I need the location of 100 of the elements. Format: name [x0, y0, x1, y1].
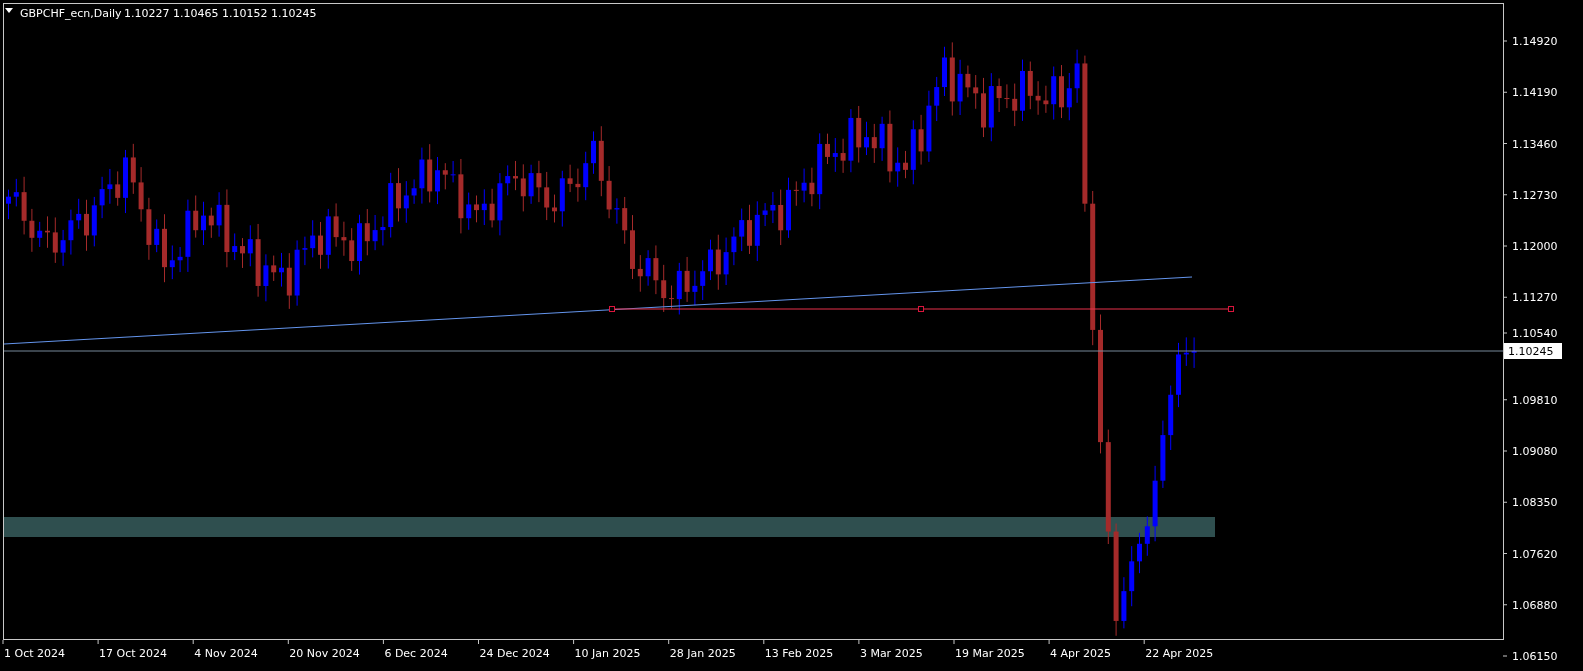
- candlestick: [996, 77, 1002, 113]
- candlestick: [676, 262, 682, 315]
- candlestick: [45, 215, 50, 249]
- candlestick: [622, 196, 628, 245]
- date-label: 10 Jan 2025: [574, 647, 641, 660]
- symbol-timeframe: GBPCHF_ecn,Daily: [20, 7, 122, 20]
- price-label: 1.09810: [1512, 393, 1558, 407]
- candlestick: [856, 105, 862, 164]
- date-label: 6 Dec 2024: [384, 647, 448, 660]
- date-label: 24 Dec 2024: [479, 647, 550, 660]
- candlestick: [1176, 342, 1181, 408]
- candlestick: [37, 221, 43, 248]
- candlestick: [559, 170, 565, 228]
- candlestick: [653, 244, 659, 295]
- candlestick: [723, 237, 729, 286]
- candlestick: [1012, 83, 1018, 127]
- candlestick: [1043, 85, 1049, 114]
- candlestick: [1051, 66, 1057, 121]
- candlestick: [123, 149, 128, 214]
- candlestick: [957, 59, 963, 116]
- candlestick: [1191, 336, 1197, 369]
- candlestick: [1183, 336, 1189, 367]
- candlestick: [193, 195, 199, 239]
- candlestick: [1066, 72, 1072, 121]
- candlestick: [934, 76, 940, 122]
- candlestick: [669, 285, 674, 309]
- candlestick: [294, 239, 300, 307]
- price-label: 1.13460: [1512, 137, 1558, 151]
- candlestick: [302, 236, 308, 266]
- candlestick: [6, 189, 11, 220]
- candlestick: [162, 213, 167, 283]
- candlestick: [427, 143, 433, 203]
- candlestick: [13, 178, 19, 207]
- candlestick: [318, 221, 323, 270]
- candlestick: [731, 226, 737, 266]
- candlestick: [91, 196, 97, 247]
- candlestick: [450, 160, 456, 183]
- date-label: 4 Nov 2024: [194, 647, 258, 660]
- candlestick: [910, 119, 916, 185]
- candlestick: [357, 214, 362, 276]
- candlestick: [630, 214, 635, 280]
- candlestick: [801, 168, 807, 203]
- candlestick: [918, 114, 924, 166]
- candlestick: [692, 270, 698, 306]
- candlestick: [1168, 385, 1174, 451]
- candlestick: [754, 200, 760, 262]
- candlestick: [614, 197, 620, 225]
- date-label: 13 Feb 2025: [764, 647, 834, 660]
- candlestick: [715, 234, 721, 291]
- candlestick: [809, 167, 815, 207]
- candlestick: [1074, 49, 1080, 104]
- candlestick: [942, 46, 947, 97]
- candlestick: [567, 164, 573, 193]
- candlestick: [364, 208, 370, 256]
- candlestick: [832, 137, 838, 173]
- candlestick: [505, 164, 511, 196]
- candlestick: [349, 227, 355, 272]
- candlestick: [591, 130, 596, 175]
- candlestick: [981, 77, 986, 138]
- candlestick: [1129, 545, 1135, 607]
- candlestick: [583, 151, 589, 201]
- trend-line[interactable]: [3, 276, 1193, 345]
- candlestick: [598, 125, 604, 197]
- price-label: 1.10540: [1512, 327, 1558, 340]
- candlestick: [115, 170, 121, 207]
- candlestick: [739, 208, 745, 252]
- candlestick: [645, 249, 651, 287]
- price-label: 1.06150: [1512, 650, 1558, 663]
- candlestick: [232, 232, 238, 261]
- candlestick: [895, 146, 901, 188]
- candlestick: [76, 198, 82, 230]
- candlestick: [372, 214, 378, 251]
- candlestick: [1121, 576, 1127, 629]
- candlestick: [411, 178, 417, 205]
- candlestick: [146, 197, 152, 261]
- date-label: 17 Oct 2024: [99, 647, 168, 660]
- candlestick: [380, 215, 386, 246]
- candlestick: [481, 188, 487, 226]
- candlestick: [1004, 83, 1010, 109]
- candlestick: [871, 123, 877, 164]
- candlestick: [575, 168, 581, 203]
- candlestick: [466, 192, 472, 231]
- price-label: 1.11270: [1512, 291, 1558, 305]
- horizontal-level-line[interactable]: [609, 306, 1234, 312]
- candlestick: [442, 162, 448, 190]
- date-label: 19 Mar 2025: [955, 647, 1025, 660]
- candlestick: [1137, 532, 1142, 574]
- candlestick: [747, 204, 752, 255]
- candlestick: [637, 254, 643, 293]
- candlestick: [60, 229, 66, 267]
- candlestick: [786, 177, 791, 239]
- candlestick: [208, 207, 214, 239]
- candlestick: [536, 160, 542, 203]
- candlestick: [520, 163, 526, 212]
- candlestick: [708, 239, 713, 281]
- dropdown-triangle-icon[interactable]: [5, 8, 13, 13]
- candlestick: [497, 172, 503, 236]
- candlestick: [1144, 515, 1150, 557]
- price-label: 1.14190: [1512, 86, 1558, 100]
- candlestick: [528, 164, 534, 205]
